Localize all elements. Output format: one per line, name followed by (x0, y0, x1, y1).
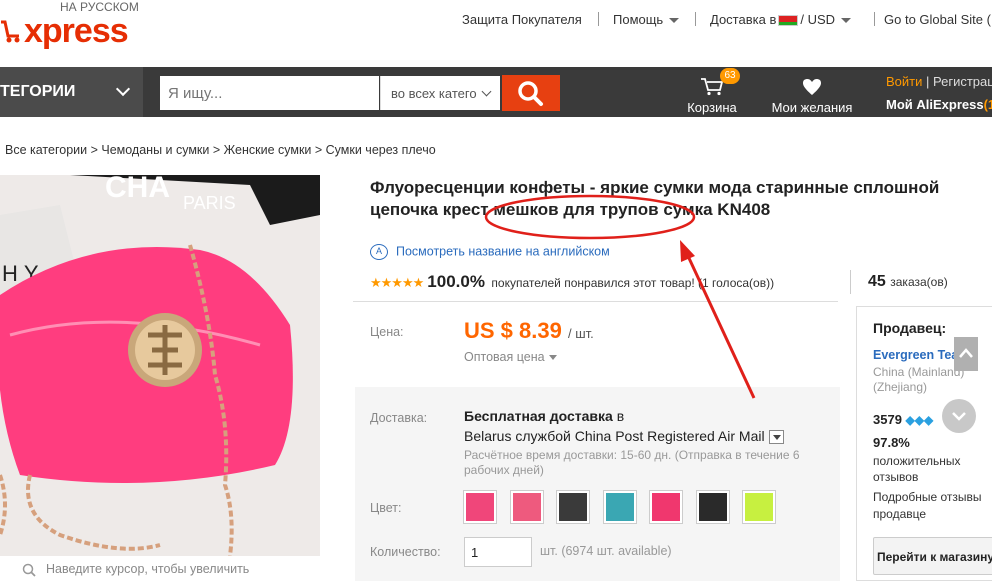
aliexpress-logo[interactable]: xpress (0, 12, 129, 51)
shipping-time: Расчётное время доставки: 15-60 дн. (Отп… (464, 448, 800, 477)
color-swatch[interactable] (556, 490, 590, 524)
caret-down-icon (841, 18, 852, 24)
wishlist-button[interactable]: Мои желания (768, 72, 856, 115)
orders-count: 45 заказа(ов) (868, 273, 948, 291)
quantity-label: Количество: (370, 545, 441, 559)
seller-score: 3579 ◆◆◆ (873, 412, 933, 427)
color-swatch[interactable] (510, 490, 544, 524)
seller-positive-percent: 97.8% (873, 435, 910, 450)
buyer-protection-link[interactable]: Защита Покупателя (462, 12, 582, 27)
belarus-flag-icon (778, 15, 799, 27)
seller-feedback-toggle[interactable]: Подробные отзывы продавце (873, 489, 992, 523)
seller-score-value: 3579 (873, 412, 902, 427)
annotation-ellipse (484, 194, 696, 240)
diamond-rank-icon: ◆◆◆ (905, 413, 934, 427)
swatch-thumbnail (699, 493, 727, 521)
scroll-down-button[interactable] (942, 399, 976, 433)
product-photo: CHA PARIS HY (0, 175, 320, 556)
heart-icon (803, 79, 821, 95)
categories-button[interactable]: ТЕГОРИИ (0, 67, 143, 117)
orders-label: заказа(ов) (890, 275, 948, 289)
cart-label: Корзина (687, 100, 737, 115)
search-input[interactable] (160, 76, 379, 110)
breadcrumb[interactable]: Все категории > Чемоданы и сумки > Женск… (5, 143, 436, 157)
annotation-arrow (686, 255, 756, 399)
search-category-select[interactable]: во всех катего (380, 76, 500, 110)
shipping-method: Belarus службой China Post Registered Ai… (464, 428, 784, 445)
wishlist-label: Мои желания (771, 100, 853, 115)
color-swatch[interactable] (742, 490, 776, 524)
chevron-down-icon (952, 412, 966, 421)
search-icon (518, 81, 543, 106)
header-separator (695, 12, 696, 26)
help-label: Помощь (613, 12, 664, 27)
zoom-hint: Наведите курсор, чтобы увеличить (22, 562, 249, 577)
arrow-head-icon (680, 240, 695, 262)
color-swatch[interactable] (696, 490, 730, 524)
header-separator (874, 12, 875, 26)
cart-count-badge: 63 (720, 68, 740, 84)
swatch-thumbnail (652, 493, 680, 521)
seller-positive-label: положительных отзывов (873, 454, 961, 484)
star-rating-icon: ★★★★★ (370, 275, 424, 290)
product-image[interactable]: CHA PARIS HY (0, 175, 320, 556)
goto-store-button[interactable]: Перейти к магазину (873, 537, 992, 575)
price-label: Цена: (370, 325, 404, 339)
global-site-link[interactable]: Go to Global Site ( (884, 12, 991, 27)
currency-label: / USD (800, 12, 836, 27)
login-link[interactable]: Войти (886, 74, 922, 89)
shipping-method-text: Belarus службой China Post Registered Ai… (464, 428, 765, 444)
delivery-menu[interactable]: Доставка в / USD (710, 12, 852, 27)
swatch-thumbnail (513, 493, 541, 521)
quantity-input[interactable] (464, 537, 532, 567)
chevron-down-icon (481, 86, 492, 97)
image-city-text: PARIS (183, 193, 236, 213)
annotation-overlay (484, 194, 756, 399)
search-button[interactable] (502, 75, 560, 111)
search-category-label: во всех катего (391, 86, 477, 101)
register-link[interactable]: | Регистрац (926, 74, 992, 89)
swatch-thumbnail (606, 493, 634, 521)
navbar: ТЕГОРИИ во всех катего Корзина 63 Мои же… (0, 67, 992, 117)
swatch-thumbnail (745, 493, 773, 521)
image-brand-text: CHA (105, 175, 170, 204)
scroll-up-button[interactable] (954, 337, 978, 371)
help-menu[interactable]: Помощь (613, 12, 680, 27)
my-aliexpress-count: (1 (983, 97, 992, 112)
categories-label: ТЕГОРИИ (0, 83, 76, 100)
caret-down-icon (669, 18, 680, 24)
login-register[interactable]: Войти | Регистрац (886, 74, 992, 89)
orders-number: 45 (868, 273, 886, 290)
translate-icon: A (370, 244, 388, 260)
chevron-up-icon (959, 348, 973, 358)
zoom-hint-text: Наведите курсор, чтобы увеличить (46, 562, 250, 576)
chevron-down-icon (115, 81, 131, 97)
magnifier-icon (22, 563, 36, 577)
my-aliexpress-label: Мой AliExpress (886, 97, 984, 112)
color-swatch[interactable] (463, 490, 497, 524)
color-label: Цвет: (370, 501, 402, 515)
header-separator (598, 12, 599, 26)
swatch-thumbnail (466, 493, 494, 521)
seller-feedback-label: Подробные отзывы продавце (873, 490, 982, 521)
delivery-label: Доставка в (710, 12, 777, 27)
color-swatch[interactable] (603, 490, 637, 524)
seller-heading: Продавец: (873, 320, 947, 336)
swatch-thumbnail (559, 493, 587, 521)
logo-text: xpress (24, 12, 129, 50)
delivery-label: Доставка: (370, 411, 428, 425)
logo-cart-icon (0, 14, 22, 43)
color-swatch[interactable] (649, 490, 683, 524)
divider (850, 270, 851, 294)
shipping-method-dropdown[interactable] (768, 430, 784, 445)
quantity-available: шт. (6974 шт. available) (540, 544, 672, 558)
my-aliexpress-link[interactable]: Мой AliExpress(1 (886, 97, 992, 112)
